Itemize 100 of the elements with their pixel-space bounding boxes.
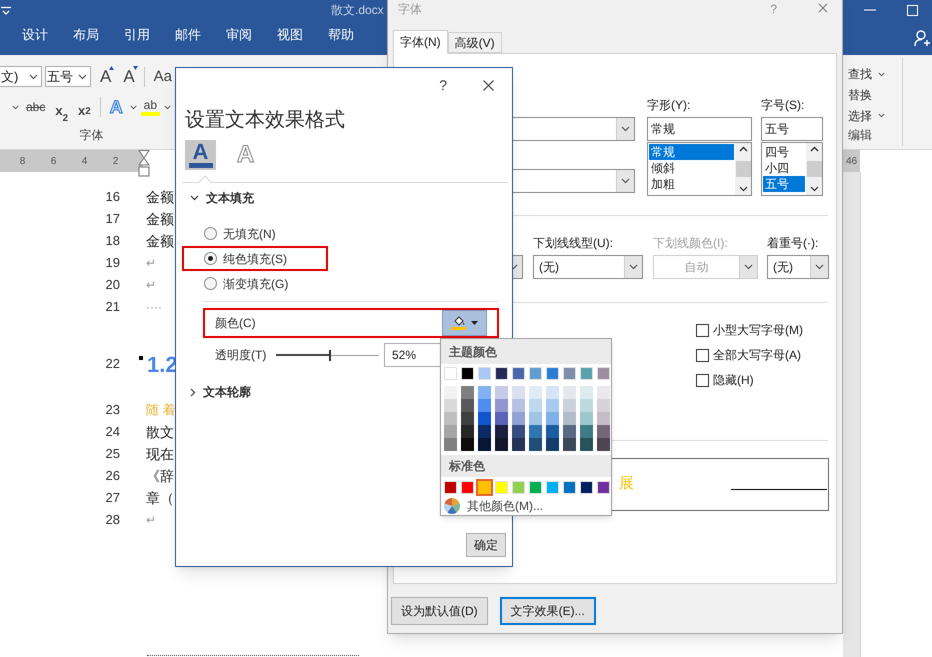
color-swatch[interactable] bbox=[546, 425, 559, 438]
color-swatch[interactable] bbox=[563, 386, 576, 399]
caret-icon[interactable] bbox=[130, 104, 137, 110]
slider-track[interactable] bbox=[276, 350, 379, 360]
color-swatch[interactable] bbox=[597, 386, 610, 399]
list-item[interactable]: 倾斜 bbox=[649, 160, 734, 176]
share-person-icon[interactable] bbox=[914, 30, 930, 46]
color-swatch[interactable] bbox=[580, 386, 593, 399]
close-icon[interactable] bbox=[483, 80, 494, 90]
color-swatch[interactable] bbox=[444, 412, 457, 425]
color-swatch[interactable] bbox=[478, 438, 491, 451]
color-swatch[interactable] bbox=[461, 399, 474, 412]
color-swatch[interactable] bbox=[444, 399, 457, 412]
help-button[interactable]: ? bbox=[439, 74, 447, 96]
color-swatch[interactable] bbox=[478, 425, 491, 438]
color-swatch[interactable] bbox=[529, 399, 542, 412]
color-swatch[interactable] bbox=[529, 412, 542, 425]
pane-tab[interactable]: A bbox=[185, 140, 216, 170]
color-swatch[interactable] bbox=[512, 481, 525, 494]
ribbon-tab[interactable]: 设计 bbox=[22, 25, 48, 50]
color-swatch[interactable] bbox=[597, 438, 610, 451]
color-swatch[interactable] bbox=[444, 438, 457, 451]
ok-button[interactable]: 确定 bbox=[466, 533, 506, 557]
color-swatch[interactable] bbox=[495, 399, 508, 412]
color-swatch[interactable] bbox=[563, 399, 576, 412]
color-swatch[interactable] bbox=[580, 425, 593, 438]
color-swatch[interactable] bbox=[580, 412, 593, 425]
ribbon-tab[interactable]: 邮件 bbox=[175, 25, 201, 50]
dialog-button[interactable]: 文字效果(E)... bbox=[500, 597, 596, 625]
list-item[interactable]: 加粗 bbox=[649, 176, 734, 192]
list-box[interactable]: 四号 小四 五号 bbox=[761, 142, 823, 196]
color-swatch[interactable] bbox=[580, 481, 593, 494]
checkbox[interactable] bbox=[696, 374, 709, 386]
color-swatch[interactable] bbox=[563, 367, 576, 380]
color-swatch[interactable] bbox=[512, 367, 525, 380]
checkbox[interactable] bbox=[696, 348, 709, 362]
color-swatch[interactable] bbox=[495, 386, 508, 399]
color-swatch[interactable] bbox=[461, 367, 474, 380]
slider-thumb[interactable] bbox=[328, 350, 331, 360]
editing-command[interactable]: 替换 bbox=[848, 84, 902, 106]
color-swatch[interactable] bbox=[512, 412, 525, 425]
color-swatch[interactable] bbox=[563, 481, 576, 494]
color-swatch[interactable] bbox=[495, 412, 508, 425]
color-swatch[interactable] bbox=[563, 412, 576, 425]
scroll-up-icon[interactable] bbox=[738, 146, 748, 152]
pane-tab[interactable]: A bbox=[230, 140, 261, 170]
color-swatch[interactable] bbox=[512, 386, 525, 399]
ribbon-tab[interactable]: 布局 bbox=[73, 25, 99, 50]
more-colors-button[interactable]: 其他颜色(M)... bbox=[441, 497, 611, 515]
color-swatch[interactable] bbox=[444, 386, 457, 399]
list-item[interactable]: 五号 bbox=[763, 176, 805, 192]
color-swatch[interactable] bbox=[478, 399, 491, 412]
radio-button[interactable] bbox=[204, 252, 217, 265]
color-swatch[interactable] bbox=[461, 412, 474, 425]
dialog-tab[interactable]: 字体(N) bbox=[393, 30, 448, 54]
scroll-down-icon[interactable] bbox=[810, 186, 818, 192]
color-swatch[interactable] bbox=[495, 425, 508, 438]
caret-icon[interactable] bbox=[12, 104, 19, 110]
dropdown[interactable]: (无) bbox=[767, 255, 829, 279]
maximize-icon[interactable] bbox=[907, 4, 918, 16]
color-swatch[interactable] bbox=[461, 425, 474, 438]
color-swatch[interactable] bbox=[512, 438, 525, 451]
tool-button[interactable]: A bbox=[120, 68, 138, 85]
color-swatch[interactable] bbox=[478, 386, 491, 399]
indent-marker-icon[interactable] bbox=[138, 150, 150, 177]
color-swatch[interactable] bbox=[512, 425, 525, 438]
radio-button[interactable] bbox=[204, 277, 217, 290]
ribbon-tab[interactable]: 视图 bbox=[277, 25, 303, 50]
color-swatch[interactable] bbox=[461, 386, 474, 399]
color-swatch[interactable] bbox=[495, 438, 508, 451]
tool-button[interactable]: abc bbox=[22, 101, 48, 113]
ribbon-tab[interactable]: 审阅 bbox=[226, 25, 252, 50]
font-dropdown[interactable]: 文) bbox=[0, 66, 42, 87]
color-swatch[interactable] bbox=[546, 367, 559, 380]
tool-button[interactable]: A bbox=[96, 68, 114, 85]
tool-button[interactable]: ab bbox=[140, 98, 160, 116]
color-swatch[interactable] bbox=[546, 481, 559, 494]
color-swatch[interactable] bbox=[512, 399, 525, 412]
color-swatch[interactable] bbox=[529, 425, 542, 438]
color-swatch[interactable] bbox=[529, 481, 542, 494]
color-swatch[interactable] bbox=[597, 412, 610, 425]
dropdown[interactable]: (无) bbox=[533, 255, 643, 279]
color-swatch[interactable] bbox=[478, 367, 491, 380]
text-field[interactable]: 五号 bbox=[761, 117, 823, 141]
color-swatch[interactable] bbox=[580, 399, 593, 412]
editing-command[interactable]: 选择 bbox=[848, 105, 902, 126]
color-swatch[interactable] bbox=[597, 481, 610, 494]
color-swatch[interactable] bbox=[546, 399, 559, 412]
color-swatch[interactable] bbox=[580, 438, 593, 451]
color-swatch[interactable] bbox=[478, 412, 491, 425]
color-swatch[interactable] bbox=[461, 481, 474, 494]
color-swatch[interactable] bbox=[580, 367, 593, 380]
color-swatch[interactable] bbox=[495, 367, 508, 380]
font-dropdown[interactable]: 五号 bbox=[44, 66, 91, 87]
list-box[interactable]: 常规 倾斜 加粗 bbox=[647, 142, 752, 196]
scroll-down-icon[interactable] bbox=[738, 186, 748, 192]
color-swatch[interactable] bbox=[444, 481, 457, 494]
list-item[interactable]: 常规 bbox=[649, 144, 734, 160]
ribbon-tab[interactable]: 帮助 bbox=[328, 25, 354, 50]
checkbox[interactable] bbox=[696, 324, 709, 336]
